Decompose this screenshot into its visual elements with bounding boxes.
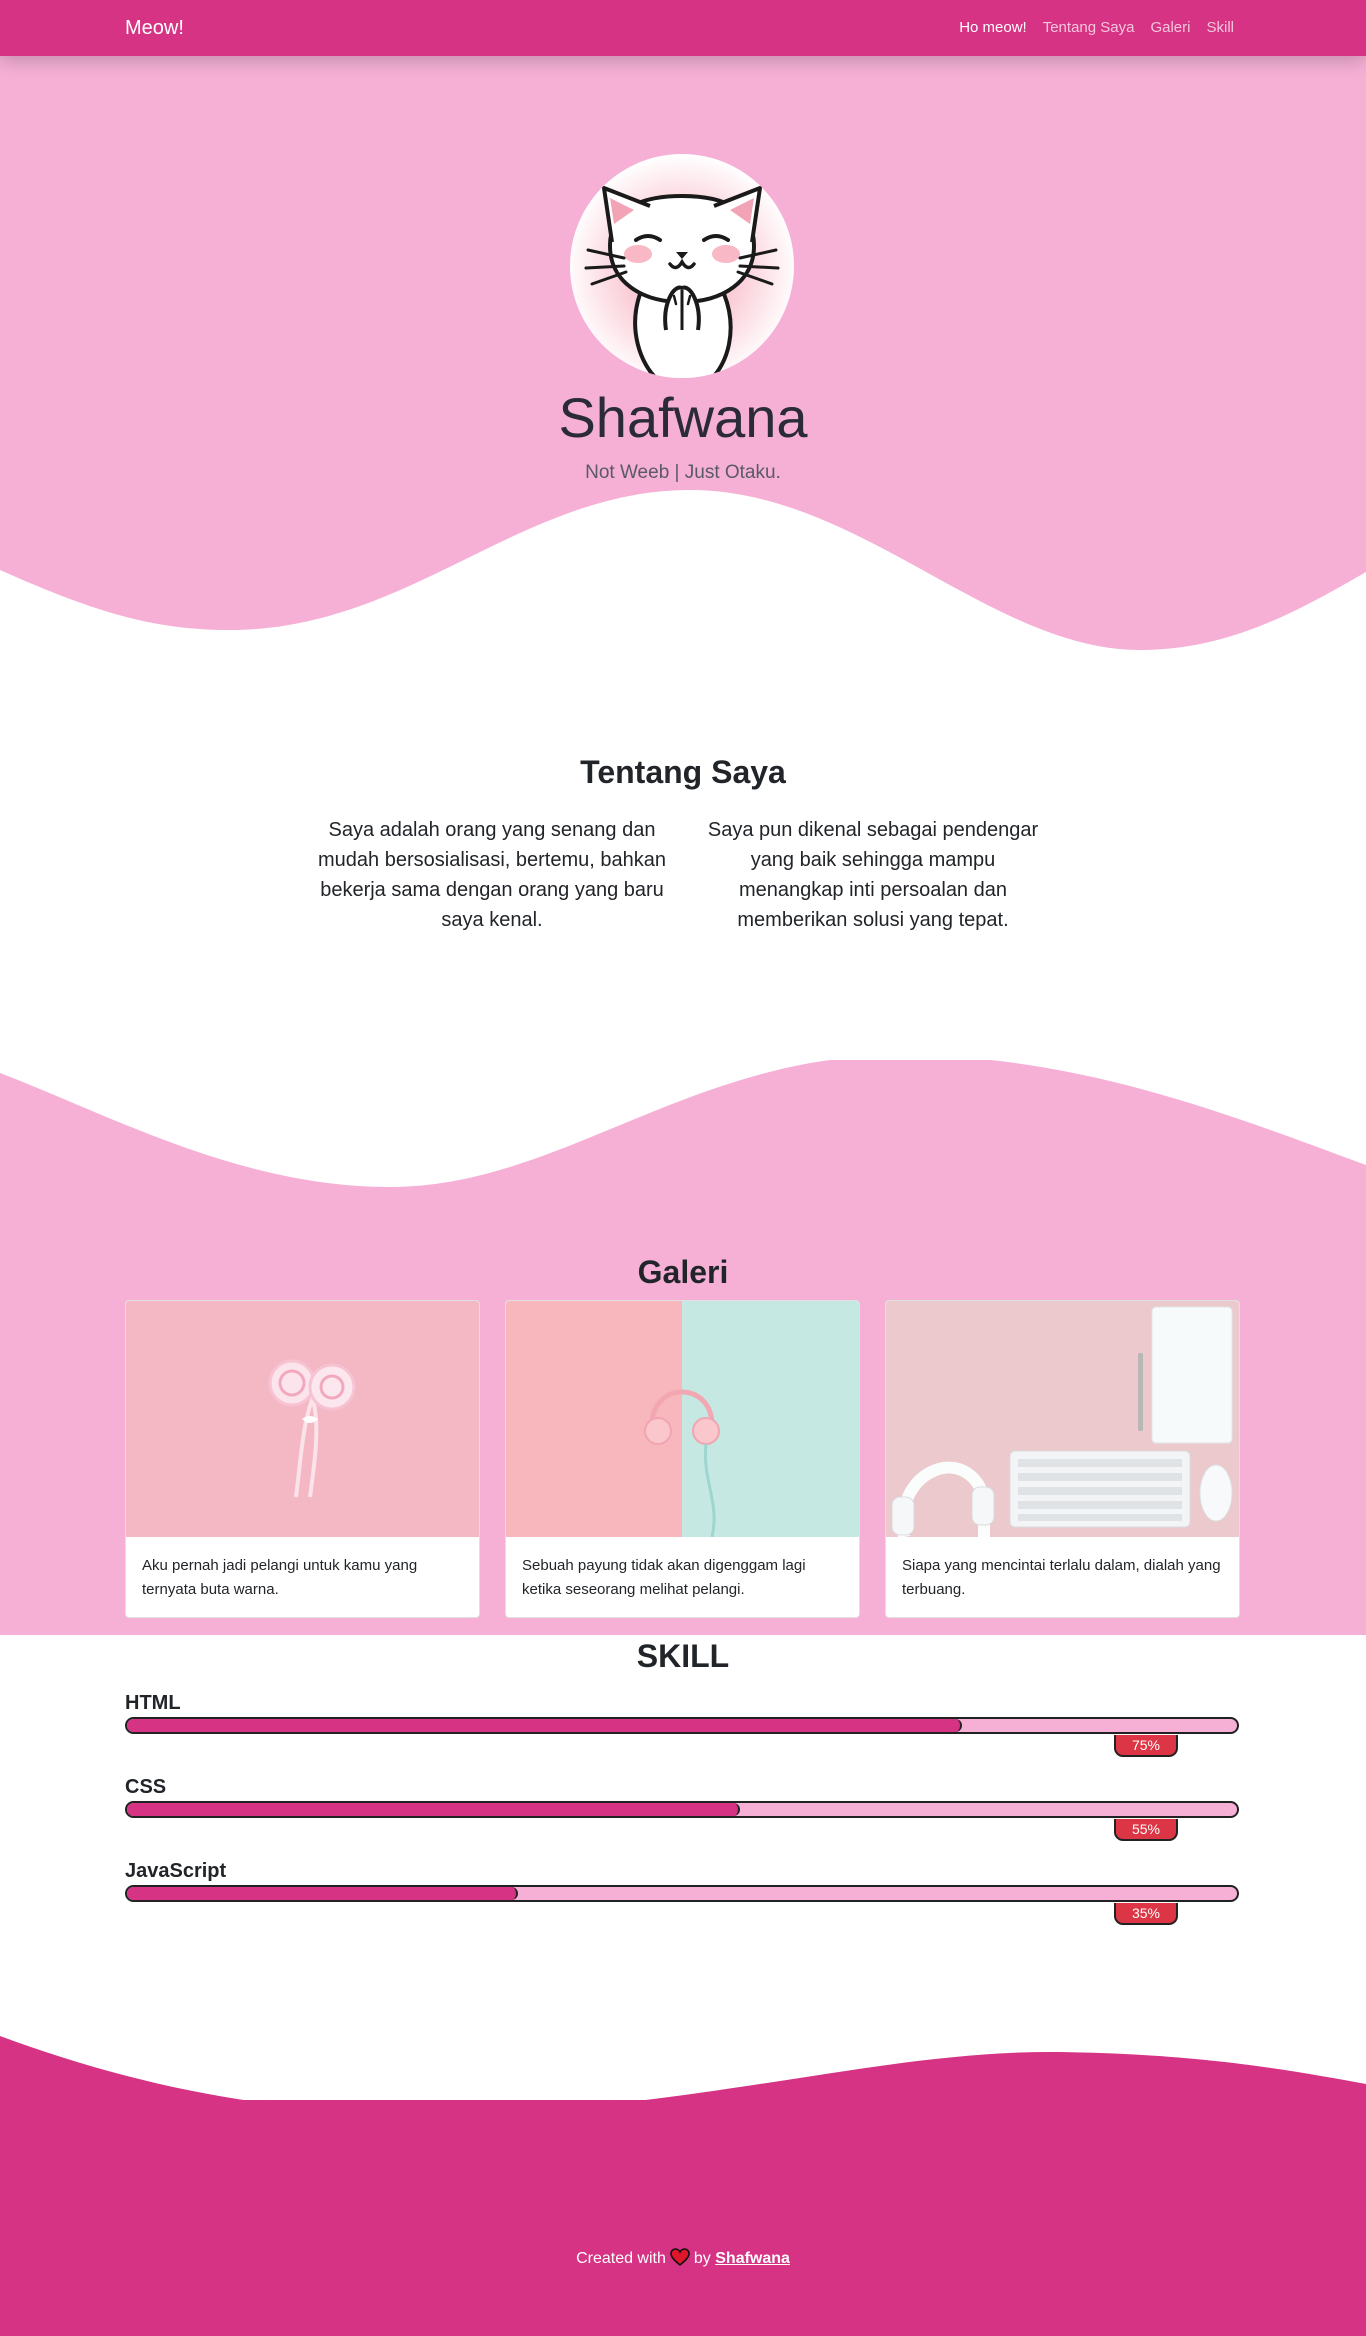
footer-author-link[interactable]: Shafwana xyxy=(715,2250,790,2267)
navbar: Meow! Ho meow! Tentang Saya Galeri Skill xyxy=(0,0,1366,56)
skill-label-css: CSS xyxy=(125,1776,167,1798)
skill-bar-fill xyxy=(127,1719,962,1732)
lollipops-photo xyxy=(126,1301,479,1537)
skill-badge-css: 55% xyxy=(1114,1819,1178,1841)
skill-bar-fill xyxy=(127,1887,518,1900)
gallery-card[interactable]: Sebuah payung tidak akan digenggam lagi … xyxy=(505,1300,860,1618)
skill-label-html: HTML xyxy=(125,1692,181,1714)
nav-link-home[interactable]: Ho meow! xyxy=(959,18,1027,38)
gallery-title: Galeri xyxy=(637,1254,729,1290)
skill-bar-css xyxy=(125,1801,1239,1818)
cat-illustration-icon xyxy=(584,186,780,378)
footer-by: by xyxy=(693,2250,711,2267)
footer-background xyxy=(0,2100,1366,2336)
footer-wave-divider xyxy=(0,2036,1366,2120)
skill-bar-fill xyxy=(127,1803,740,1816)
gallery-card-caption: Aku pernah jadi pelangi untuk kamu yang … xyxy=(142,1557,418,1598)
nav-link-galeri[interactable]: Galeri xyxy=(1150,18,1190,38)
skill-title: SKILL xyxy=(636,1638,730,1674)
footer: Created with by Shafwana xyxy=(0,2248,1366,2270)
nav-link-tentang-saya[interactable]: Tentang Saya xyxy=(1043,18,1135,38)
about-paragraph-1: Saya adalah orang yang senang dan mudah … xyxy=(318,819,666,931)
skill-bar-html xyxy=(125,1717,1239,1734)
gallery-card[interactable]: Aku pernah jadi pelangi untuk kamu yang … xyxy=(125,1300,480,1618)
avatar xyxy=(570,154,794,378)
nav-link-skill[interactable]: Skill xyxy=(1206,18,1234,38)
gallery-card-caption: Siapa yang mencintai terlalu dalam, dial… xyxy=(902,1557,1221,1598)
desk-keyboard-photo xyxy=(886,1301,1239,1537)
about-paragraph-2: Saya pun dikenal sebagai pendengar yang … xyxy=(707,819,1039,931)
navbar-brand[interactable]: Meow! xyxy=(125,16,184,40)
headphones-photo xyxy=(506,1301,859,1537)
about-title: Tentang Saya xyxy=(580,754,786,790)
skill-bar-javascript xyxy=(125,1885,1239,1902)
skill-badge-html: 75% xyxy=(1114,1735,1178,1757)
hero-name: Shafwana xyxy=(558,386,808,449)
footer-prefix: Created with xyxy=(576,2250,666,2267)
gallery-wave-shape xyxy=(0,1055,1366,1187)
skill-label-javascript: JavaScript xyxy=(125,1860,227,1882)
gallery-card[interactable]: Siapa yang mencintai terlalu dalam, dial… xyxy=(885,1300,1240,1618)
hero-wave-divider xyxy=(0,490,1366,680)
gallery-card-caption: Sebuah payung tidak akan digenggam lagi … xyxy=(522,1557,806,1598)
skill-badge-javascript: 35% xyxy=(1114,1903,1178,1925)
heart-icon xyxy=(670,2248,690,2266)
navbar-links: Ho meow! Tentang Saya Galeri Skill xyxy=(943,18,1234,38)
